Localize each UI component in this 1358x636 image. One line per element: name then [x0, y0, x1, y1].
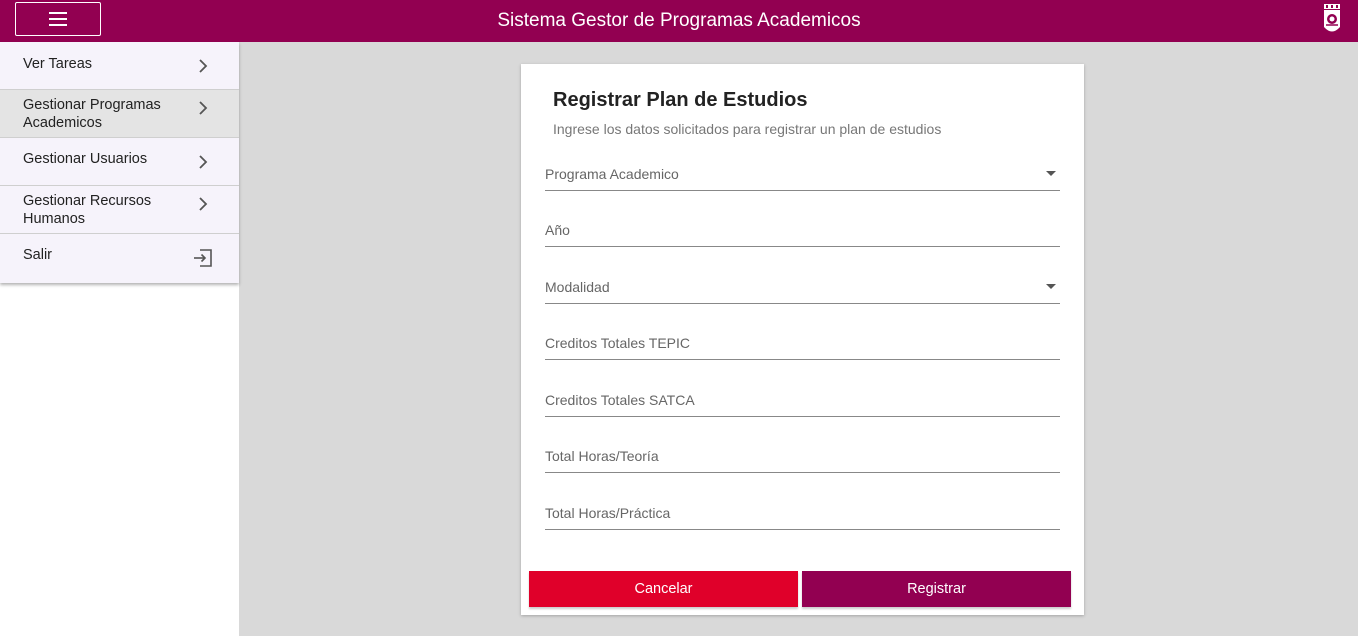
field-label: Año — [545, 222, 570, 238]
sidebar-item-salir[interactable]: Salir — [0, 234, 239, 283]
field-label: Creditos Totales SATCA — [545, 392, 695, 408]
sidebar-menu: Ver Tareas Gestionar Programas Academico… — [0, 42, 239, 283]
dropdown-arrow-icon — [1046, 284, 1056, 289]
field-label: Total Horas/Práctica — [545, 505, 671, 521]
horas-practica-field[interactable]: Total Horas/Práctica — [545, 500, 1060, 530]
field-label: Total Horas/Teoría — [545, 448, 659, 464]
chevron-right-icon — [199, 101, 208, 115]
exit-icon — [194, 249, 212, 267]
sidebar-item-label: Salir — [23, 247, 53, 263]
sidebar-item-label: Ver Tareas — [23, 56, 93, 72]
top-app-bar: Sistema Gestor de Programas Academicos — [0, 0, 1358, 42]
chevron-right-icon — [199, 59, 208, 73]
register-plan-card: Registrar Plan de Estudios Ingrese los d… — [521, 64, 1084, 615]
creditos-satca-field[interactable]: Creditos Totales SATCA — [545, 387, 1060, 417]
horas-teoria-field[interactable]: Total Horas/Teoría — [545, 443, 1060, 473]
field-label: Modalidad — [545, 279, 610, 295]
app-title: Sistema Gestor de Programas Academicos — [497, 10, 861, 31]
field-label: Programa Academico — [545, 166, 679, 182]
modalidad-select[interactable]: Modalidad — [545, 274, 1060, 304]
institution-logo — [1324, 4, 1340, 32]
form-subtitle: Ingrese los datos solicitados para regis… — [553, 121, 942, 137]
sidebar-item-label: Gestionar Usuarios — [23, 151, 148, 167]
chevron-right-icon — [199, 155, 208, 169]
dropdown-arrow-icon — [1046, 171, 1056, 176]
sidebar-item-gestionar-programas[interactable]: Gestionar Programas Academicos — [0, 90, 239, 138]
anio-field[interactable]: Año — [545, 217, 1060, 247]
register-button[interactable]: Registrar — [802, 571, 1071, 607]
sidebar-item-label: Gestionar Programas Academicos — [23, 97, 161, 131]
form-title: Registrar Plan de Estudios — [553, 89, 808, 111]
field-label: Creditos Totales TEPIC — [545, 335, 690, 351]
creditos-tepic-field[interactable]: Creditos Totales TEPIC — [545, 330, 1060, 360]
programa-academico-select[interactable]: Programa Academico — [545, 161, 1060, 191]
cancel-button[interactable]: Cancelar — [529, 571, 798, 607]
sidebar-item-gestionar-recursos[interactable]: Gestionar Recursos Humanos — [0, 186, 239, 234]
sidebar-item-label: Gestionar Recursos Humanos — [23, 193, 152, 227]
sidebar-item-gestionar-usuarios[interactable]: Gestionar Usuarios — [0, 138, 239, 186]
chevron-right-icon — [199, 197, 208, 211]
sidebar-item-ver-tareas[interactable]: Ver Tareas — [0, 42, 239, 90]
sidebar: Ver Tareas Gestionar Programas Academico… — [0, 42, 239, 636]
